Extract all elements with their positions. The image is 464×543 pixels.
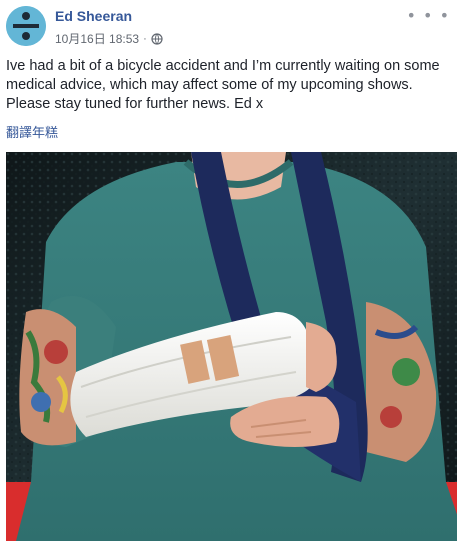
profile-avatar[interactable] bbox=[6, 6, 46, 46]
divide-logo-icon bbox=[6, 6, 46, 46]
facebook-post: Ed Sheeran 10月16日 18:53 · • • • Ive had … bbox=[0, 0, 464, 543]
meta-separator: · bbox=[143, 32, 147, 45]
post-text: Ive had a bit of a bicycle accident and … bbox=[6, 57, 458, 114]
post-meta: 10月16日 18:53 · bbox=[55, 30, 163, 47]
photo-illustration bbox=[6, 152, 457, 541]
post-text-line: medical advice, which may affect some of… bbox=[6, 77, 413, 93]
translate-link[interactable]: 翻譯年糕 bbox=[6, 122, 58, 141]
post-header: Ed Sheeran 10月16日 18:53 · • • • bbox=[0, 0, 464, 52]
post-text-line: Ive had a bit of a bicycle accident and … bbox=[6, 58, 440, 74]
post-timestamp[interactable]: 10月16日 18:53 bbox=[55, 30, 139, 47]
more-options-icon[interactable]: • • • bbox=[407, 6, 450, 25]
author-name[interactable]: Ed Sheeran bbox=[55, 8, 132, 24]
post-text-line: Please stay tuned for further news. Ed x bbox=[6, 96, 264, 112]
post-photo[interactable] bbox=[6, 152, 457, 541]
globe-icon[interactable] bbox=[151, 32, 163, 45]
